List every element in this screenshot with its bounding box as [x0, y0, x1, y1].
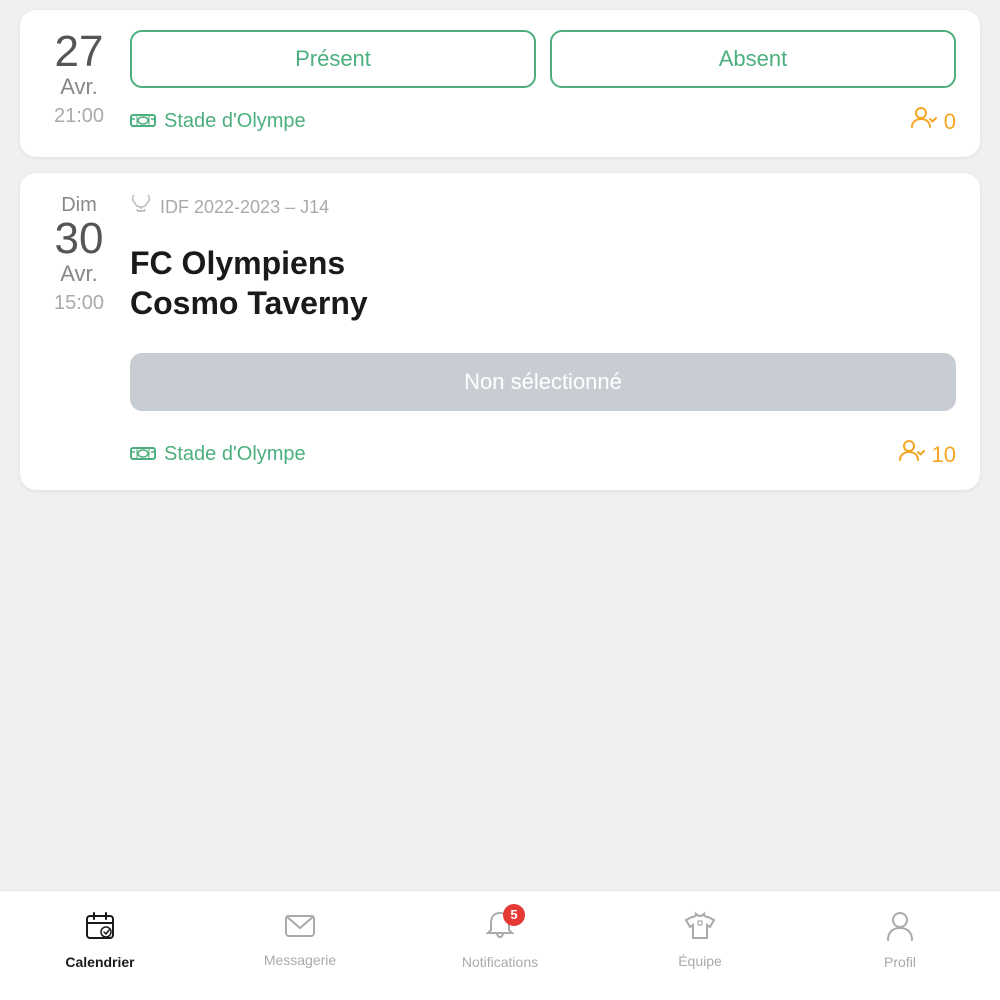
nav-label-equipe: Équipe — [678, 953, 722, 969]
league-row: IDF 2022-2023 – J14 — [130, 193, 956, 221]
team1-name: FC Olympiens — [130, 245, 345, 281]
mail-icon — [284, 912, 316, 948]
nav-item-profil[interactable]: Profil — [860, 910, 940, 970]
person-icon — [886, 910, 914, 950]
nav-item-messagerie[interactable]: Messagerie — [260, 912, 340, 968]
match-title: FC Olympiens Cosmo Taverny — [130, 243, 956, 323]
month-2: Avr. — [60, 261, 98, 287]
venue-left-2: Stade d'Olympe — [130, 442, 306, 468]
count-value-1: 0 — [944, 109, 956, 135]
bell-icon: 5 — [485, 910, 515, 950]
shirt-icon — [684, 911, 716, 949]
present-button[interactable]: Présent — [130, 30, 536, 88]
card-1-body: Présent Absent — [130, 30, 956, 137]
time-1: 21:00 — [54, 104, 104, 128]
attendance-count-2: 10 — [898, 439, 956, 470]
stadium-icon — [130, 109, 156, 135]
person-check-icon-2 — [898, 439, 926, 470]
card-2: Dim 30 Avr. 15:00 IDF 2022-2023 – J — [20, 173, 980, 490]
time-2: 15:00 — [54, 291, 104, 315]
attendance-count-1: 0 — [910, 106, 956, 137]
nav-label-notifications: Notifications — [462, 954, 538, 970]
nav-label-profil: Profil — [884, 954, 916, 970]
nav-item-notifications[interactable]: 5 Notifications — [460, 910, 540, 970]
notification-badge: 5 — [503, 904, 525, 926]
calendar-icon — [84, 910, 116, 950]
day-num-2: 30 — [55, 217, 104, 261]
league-name: IDF 2022-2023 – J14 — [160, 197, 329, 218]
stadium-icon-2 — [130, 442, 156, 468]
day-num-1: 27 — [55, 30, 104, 74]
nav-item-calendrier[interactable]: Calendrier — [60, 910, 140, 970]
count-value-2: 10 — [932, 442, 956, 468]
venue-name-1: Stade d'Olympe — [164, 110, 306, 133]
date-block-2: Dim 30 Avr. 15:00 — [44, 193, 114, 315]
nav-label-messagerie: Messagerie — [264, 952, 336, 968]
month-1: Avr. — [60, 74, 98, 100]
venue-name-2: Stade d'Olympe — [164, 443, 306, 466]
person-check-icon-1 — [910, 106, 938, 137]
nav-label-calendrier: Calendrier — [65, 954, 134, 970]
nav-item-equipe[interactable]: Équipe — [660, 911, 740, 969]
venue-row-1: Stade d'Olympe 0 — [130, 106, 956, 137]
card-1: 27 Avr. 21:00 Présent Absent — [20, 10, 980, 157]
absent-button[interactable]: Absent — [550, 30, 956, 88]
venue-left-1: Stade d'Olympe — [130, 109, 306, 135]
attendance-buttons: Présent Absent — [130, 30, 956, 88]
trophy-icon — [130, 193, 152, 221]
not-selected-button: Non sélectionné — [130, 353, 956, 411]
bottom-nav: Calendrier Messagerie 5 Notifications — [0, 890, 1000, 1000]
card-2-body: IDF 2022-2023 – J14 FC Olympiens Cosmo T… — [130, 193, 956, 470]
team2-name: Cosmo Taverny — [130, 285, 368, 321]
date-block-1: 27 Avr. 21:00 — [44, 30, 114, 128]
venue-row-2: Stade d'Olympe 10 — [130, 439, 956, 470]
